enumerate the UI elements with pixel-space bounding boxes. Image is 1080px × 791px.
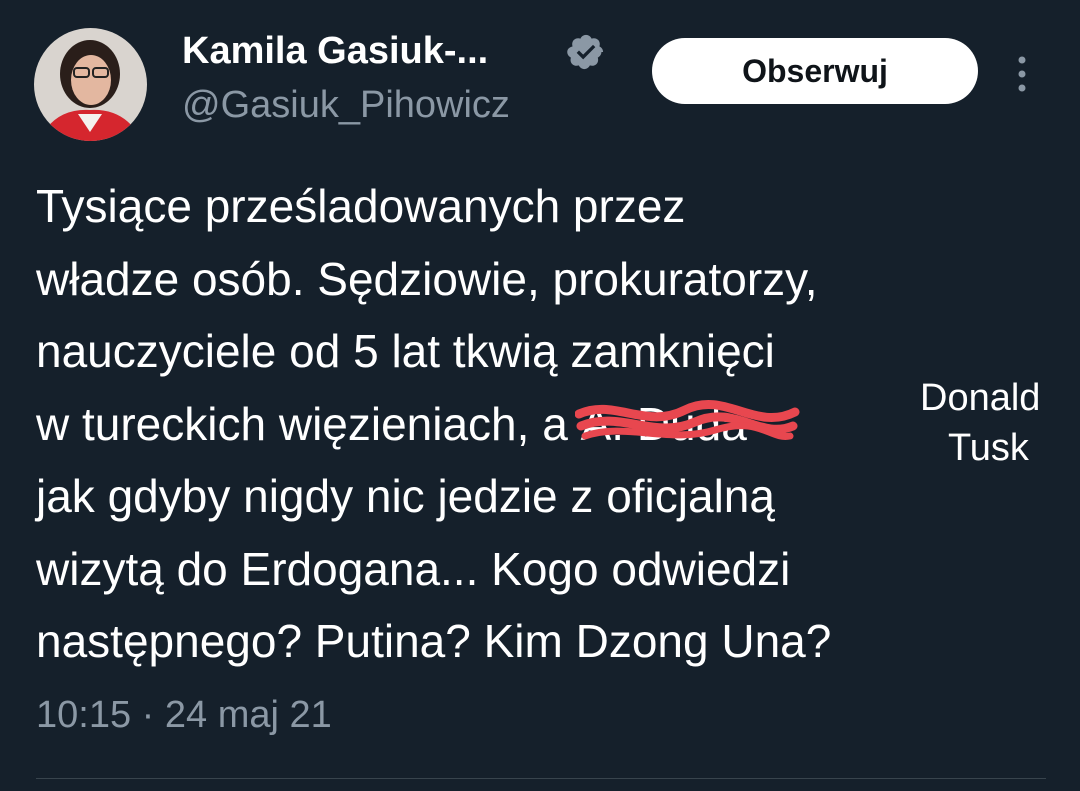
- tweet-line-start: w tureckich więzieniach, a: [36, 397, 581, 450]
- avatar[interactable]: [34, 28, 147, 141]
- tweet-line: wizytą do Erdogana... Kogo odwiedzi: [36, 542, 791, 595]
- author-name[interactable]: Kamila Gasiuk-...: [182, 30, 488, 73]
- tweet-line: nauczyciele od 5 lat tkwią zamknięci: [36, 325, 775, 377]
- tweet-timestamp[interactable]: 10:15 · 24 maj 21: [36, 694, 332, 737]
- tweet-text: Tysiące prześladowanych przez władze osó…: [36, 170, 1066, 678]
- handwritten-correction-last: Tusk: [948, 427, 1029, 469]
- author-handle[interactable]: @Gasiuk_Pihowicz: [182, 84, 510, 127]
- verified-badge-icon: [567, 34, 604, 70]
- tweet-line: następnego? Putina? Kim Dzong Una?: [36, 615, 832, 667]
- struck-out-name: A. Duda: [574, 388, 800, 461]
- tweet-line: władze osób. Sędziowie, prokuratorzy,: [36, 252, 818, 305]
- tweet-line: Tysiące prześladowanych przez: [36, 180, 686, 232]
- tweet-line: jak gdyby nigdy nic jedzie z oficjalną: [36, 470, 775, 522]
- tweet-line-redacted: w tureckich więzieniach, a A. Duda: [36, 388, 1066, 461]
- follow-button[interactable]: Obserwuj: [652, 38, 978, 104]
- avatar-photo: [34, 28, 147, 141]
- red-scribble-mark: [574, 399, 800, 440]
- more-vertical-icon[interactable]: [1010, 54, 1034, 94]
- divider: [36, 778, 1046, 779]
- handwritten-correction-first: Donald: [920, 377, 1041, 419]
